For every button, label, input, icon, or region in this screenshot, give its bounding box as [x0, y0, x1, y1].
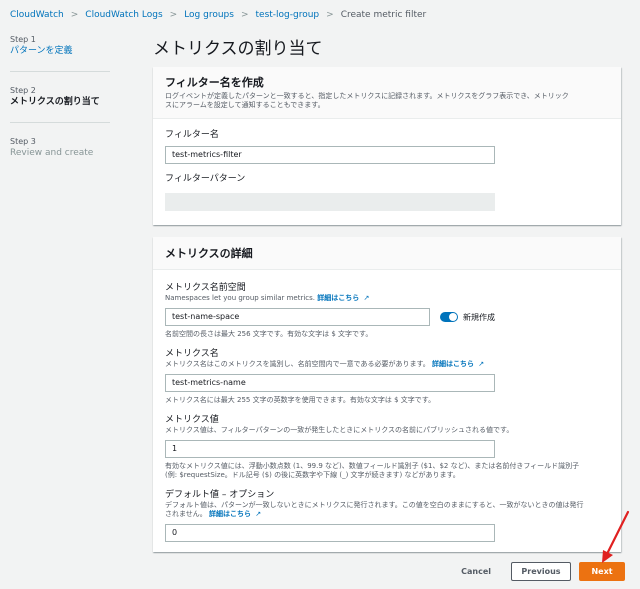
filter-name-panel: フィルター名を作成 ログイベントが定義したパターンと一致すると、指定したメトリク…: [153, 67, 621, 225]
default-value-description: デフォルト値は、パターンが一致しないときにメトリクスに発行されます。この値を空白…: [165, 501, 609, 519]
chevron-right-icon: >: [326, 10, 334, 20]
metric-namespace-description: Namespaces let you group similar metrics…: [165, 294, 609, 303]
metric-name-input[interactable]: test-metrics-name: [165, 374, 495, 392]
metric-value-input[interactable]: 1: [165, 440, 495, 458]
learn-more-link[interactable]: 詳細はこちら: [317, 294, 359, 302]
default-value-description-text: されません。: [165, 510, 207, 518]
namespace-row: test-name-space 新規作成: [165, 303, 609, 326]
breadcrumb: CloudWatch > CloudWatch Logs > Log group…: [10, 8, 426, 22]
page-title: メトリクスの割り当て: [153, 39, 323, 59]
metric-name-hint: メトリクス名には最大 255 文字の英数字を使用できます。有効な文字は $ 文字…: [165, 396, 436, 404]
breadcrumb-cloudwatch[interactable]: CloudWatch: [10, 10, 64, 20]
namespace-description-text: Namespaces let you group similar metrics…: [165, 294, 316, 302]
step-3-label: Review and create: [10, 148, 94, 158]
external-link-icon: ↗: [478, 360, 485, 368]
metric-value-label: メトリクス値: [165, 415, 219, 425]
metric-value-description: メトリクス値は、フィルターパターンの一致が発生したときにメトリクスの名前にパブリ…: [165, 426, 514, 434]
wizard-steps: Step 1 パターンを定義 Step 2 メトリクスの割り当て Step 3 …: [10, 34, 125, 173]
default-value-input[interactable]: 0: [165, 524, 495, 542]
filter-pattern-field: フィルターパターン: [165, 173, 609, 211]
chevron-right-icon: >: [240, 10, 249, 20]
metric-namespace-field: メトリクス名前空間 Namespaces let you group simil…: [165, 282, 609, 339]
panel-body: メトリクス名前空間 Namespaces let you group simil…: [153, 270, 621, 559]
metric-namespace-input[interactable]: test-name-space: [165, 308, 430, 326]
step-1: Step 1 パターンを定義: [10, 34, 125, 58]
filter-name-field: フィルター名 test-metrics-filter: [165, 129, 609, 164]
breadcrumb-log-groups[interactable]: Log groups: [184, 10, 234, 20]
step-1-link[interactable]: パターンを定義: [10, 45, 125, 58]
filter-pattern-label: フィルターパターン: [165, 174, 246, 184]
default-value-description-line: されません。 詳細はこちら ↗: [165, 510, 609, 519]
filter-name-label: フィルター名: [165, 130, 219, 140]
panel-description: ログイベントが定義したパターンと一致すると、指定したメトリクスに記録されます。メ…: [165, 92, 609, 110]
create-new-toggle[interactable]: [440, 312, 458, 322]
step-2-label: メトリクスの割り当て: [10, 97, 100, 107]
annotation-arrow-icon: [602, 510, 630, 563]
breadcrumb-log-group[interactable]: test-log-group: [256, 10, 320, 20]
wizard-footer: Cancel Previous Next: [440, 562, 625, 581]
step-2: Step 2 メトリクスの割り当て: [10, 85, 125, 109]
metric-name-field: メトリクス名 メトリクス名はこのメトリクスを識別し、名前空間内で一意である必要が…: [165, 348, 609, 405]
external-link-icon: ↗: [363, 294, 370, 302]
panel-body: フィルター名 test-metrics-filter フィルターパターン: [153, 119, 621, 228]
default-value-description-line: デフォルト値は、パターンが一致しないときにメトリクスに発行されます。この値を空白…: [165, 501, 584, 509]
step-2-number: Step 2: [10, 86, 36, 95]
metric-value-hint: 有効なメトリクス値には、浮動小数点数 (1、99.9 など)、数値フィールド識別…: [165, 462, 609, 480]
default-value-field: デフォルト値 – オプション デフォルト値は、パターンが一致しないときにメトリク…: [165, 489, 609, 542]
panel-title: メトリクスの詳細: [165, 247, 253, 260]
namespace-hint: 名前空間の長さは最大 256 文字です。有効な文字は $ 文字です。: [165, 330, 373, 338]
learn-more-link[interactable]: 詳細はこちら: [209, 510, 251, 518]
metric-name-description-text: メトリクス名はこのメトリクスを識別し、名前空間内で一意である必要があります。: [165, 360, 430, 368]
metric-name-description: メトリクス名はこのメトリクスを識別し、名前空間内で一意である必要があります。 詳…: [165, 360, 609, 369]
breadcrumb-current: Create metric filter: [340, 10, 427, 20]
metric-details-panel: メトリクスの詳細 メトリクス名前空間 Namespaces let you gr…: [153, 237, 621, 552]
create-new-label: 新規作成: [463, 312, 495, 322]
next-button[interactable]: Next: [579, 562, 625, 581]
panel-header: メトリクスの詳細: [153, 237, 621, 270]
chevron-right-icon: >: [169, 10, 178, 20]
panel-description-line: ログイベントが定義したパターンと一致すると、指定したメトリクスに記録されます。メ…: [165, 92, 569, 100]
metric-namespace-label: メトリクス名前空間: [165, 283, 246, 293]
step-divider: [10, 71, 110, 72]
metric-value-field: メトリクス値 メトリクス値は、フィルターパターンの一致が発生したときにメトリクス…: [165, 414, 609, 480]
step-3: Step 3 Review and create: [10, 136, 125, 160]
chevron-right-icon: >: [70, 10, 79, 20]
default-value-label: デフォルト値 – オプション: [165, 490, 275, 500]
filter-pattern-input: [165, 193, 495, 211]
metric-name-label: メトリクス名: [165, 349, 219, 359]
step-3-number: Step 3: [10, 137, 36, 146]
learn-more-link[interactable]: 詳細はこちら: [432, 360, 474, 368]
cancel-button[interactable]: Cancel: [449, 562, 503, 581]
panel-header: フィルター名を作成 ログイベントが定義したパターンと一致すると、指定したメトリク…: [153, 67, 621, 119]
external-link-icon: ↗: [255, 510, 262, 518]
breadcrumb-cloudwatch-logs[interactable]: CloudWatch Logs: [85, 10, 162, 20]
metric-value-hint-line: (例: $requestSize。ドル記号 ($) の後に英数字や下線 (_) …: [165, 471, 460, 479]
metric-value-hint-line: 有効なメトリクス値には、浮動小数点数 (1、99.9 など)、数値フィールド識別…: [165, 462, 580, 470]
panel-description-line: スにアラームを設定して通知することもできます。: [165, 101, 325, 109]
filter-name-input[interactable]: test-metrics-filter: [165, 146, 495, 164]
step-1-number: Step 1: [10, 35, 36, 44]
step-divider: [10, 122, 110, 123]
previous-button[interactable]: Previous: [511, 562, 571, 581]
panel-title: フィルター名を作成: [165, 76, 264, 89]
